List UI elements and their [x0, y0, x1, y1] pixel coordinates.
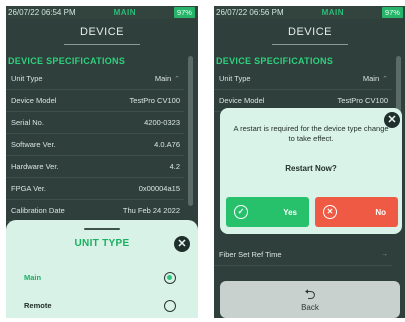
row-label: Unit Type	[219, 74, 251, 83]
row-fiber-set-ref-time[interactable]: Fiber Set Ref Time →	[214, 244, 392, 266]
row-value: 4.0.A76	[154, 140, 180, 149]
page-title: DEVICE	[288, 26, 332, 38]
row-value: TestPro CV100	[129, 96, 180, 105]
back-button[interactable]: ⮌ Back	[220, 281, 400, 318]
restart-dialog: ✕ A restart is required for the device t…	[220, 108, 402, 234]
battery-indicator: 97%	[381, 7, 403, 18]
check-icon: ✓	[234, 205, 248, 219]
back-label: Back	[301, 303, 319, 312]
chevron-up-icon: ⌃	[174, 76, 180, 83]
page-title: DEVICE	[80, 26, 124, 38]
row-value: Thu Feb 24 2022	[122, 206, 180, 215]
row-calibration-date: Calibration Date Thu Feb 24 2022	[6, 200, 184, 222]
unit-type-sheet: UNIT TYPE ✕ Main Remote	[6, 220, 198, 318]
device-screen-right: 26/07/22 06:56 PM MAIN 97% DEVICE DEVICE…	[214, 6, 405, 318]
row-value: 4200-0323	[144, 118, 180, 127]
row-label: Hardware Ver.	[11, 162, 59, 171]
row-value: Main ⌃	[362, 74, 388, 83]
section-title: DEVICE SPECIFICATIONS	[216, 56, 334, 66]
row-unit-type[interactable]: Unit Type Main ⌃	[6, 68, 184, 90]
row-label: Device Model	[11, 96, 57, 105]
chevron-right-icon: →	[381, 251, 388, 258]
chevron-up-icon: ⌃	[382, 76, 388, 83]
status-mode: MAIN	[113, 8, 137, 17]
row-label: Device Model	[219, 96, 265, 105]
dialog-message: A restart is required for the device typ…	[233, 124, 389, 143]
row-label: FPGA Ver.	[11, 184, 47, 193]
row-label: Calibration Date	[11, 206, 65, 215]
row-software-ver: Software Ver. 4.0.A76	[6, 134, 184, 156]
dialog-question: Restart Now?	[285, 164, 337, 173]
title-underline	[64, 44, 140, 45]
status-bar: 26/07/22 06:54 PM MAIN 97%	[6, 6, 198, 19]
no-label: No	[375, 208, 386, 217]
radio-main[interactable]	[164, 272, 176, 284]
radio-remote[interactable]	[164, 300, 176, 312]
sheet-title: UNIT TYPE	[74, 238, 130, 249]
battery-indicator: 97%	[173, 7, 195, 18]
option-remote-label[interactable]: Remote	[24, 301, 52, 310]
row-label: Fiber Set Ref Time	[219, 250, 282, 259]
row-unit-type[interactable]: Unit Type Main ⌃	[214, 68, 392, 90]
yes-label: Yes	[283, 208, 297, 217]
status-bar: 26/07/22 06:56 PM MAIN 97%	[214, 6, 405, 19]
row-hardware-ver: Hardware Ver. 4.2	[6, 156, 184, 178]
row-value: TestPro CV100	[337, 96, 388, 105]
row-value: 4.2	[169, 162, 180, 171]
device-screen-left: 26/07/22 06:54 PM MAIN 97% DEVICE DEVICE…	[6, 6, 198, 318]
row-value: Main ⌃	[154, 74, 180, 83]
status-datetime: 26/07/22 06:56 PM	[216, 8, 284, 17]
row-label: Unit Type	[11, 74, 43, 83]
cancel-icon: ✕	[323, 205, 337, 219]
back-arrow-icon: ⮌	[304, 286, 316, 302]
row-label: Serial No.	[11, 118, 44, 127]
title-underline	[272, 44, 348, 45]
option-main-label[interactable]: Main	[24, 273, 41, 282]
status-datetime: 26/07/22 06:54 PM	[8, 8, 76, 17]
yes-button[interactable]: ✓ Yes	[226, 197, 309, 227]
scrollbar[interactable]	[188, 56, 193, 206]
section-title: DEVICE SPECIFICATIONS	[8, 56, 126, 66]
row-device-model: Device Model TestPro CV100	[6, 90, 184, 112]
row-value: 0x00004a15	[138, 184, 180, 193]
status-mode: MAIN	[321, 8, 345, 17]
close-icon[interactable]: ✕	[174, 236, 190, 252]
sheet-grip[interactable]	[84, 228, 120, 230]
row-serial-no: Serial No. 4200-0323	[6, 112, 184, 134]
row-fpga-ver: FPGA Ver. 0x00004a15	[6, 178, 184, 200]
spec-list: Unit Type Main ⌃ Device Model TestPro CV1…	[214, 68, 392, 112]
row-label: Software Ver.	[11, 140, 56, 149]
no-button[interactable]: ✕ No	[315, 197, 398, 227]
spec-list: Unit Type Main ⌃ Device Model TestPro CV1…	[6, 68, 184, 222]
